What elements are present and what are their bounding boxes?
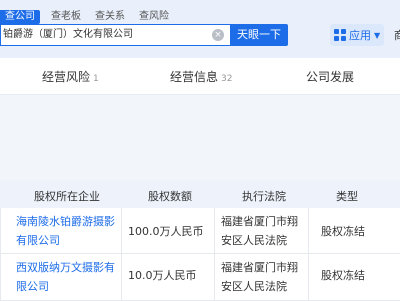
nav-label: 经营风险	[42, 70, 91, 84]
court-line: 安区人民法院	[221, 234, 287, 247]
apps-label: 应用	[349, 29, 371, 42]
divider	[214, 208, 215, 300]
apps-grid-icon	[334, 29, 346, 41]
header-type: 类型	[336, 190, 358, 203]
clear-icon[interactable]: ×	[212, 29, 224, 41]
nav-label: 公司发展	[306, 70, 355, 84]
nav-count: 1	[93, 74, 99, 84]
company-name-line[interactable]: 海南陵水铂爵游摄影	[16, 212, 115, 231]
divider	[0, 208, 1, 300]
tab-boss[interactable]: 查老板	[46, 10, 86, 24]
header-court: 执行法院	[242, 190, 286, 203]
company-name-line[interactable]: 有限公司	[16, 231, 115, 250]
nav-count: 32	[221, 74, 233, 84]
caret-down-icon: ▼	[374, 30, 381, 40]
court-cell: 福建省厦门市翔 安区人民法院	[221, 212, 298, 250]
divider	[308, 208, 309, 300]
type-cell: 股权冻结	[321, 225, 365, 238]
court-line: 福建省厦门市翔	[221, 215, 298, 228]
tab-risk[interactable]: 查风险	[134, 10, 174, 24]
company-link[interactable]: 海南陵水铂爵游摄影 有限公司	[16, 212, 115, 250]
header-company: 股权所在企业	[34, 190, 100, 203]
divider	[121, 208, 122, 300]
court-cell: 福建省厦门市翔 安区人民法院	[221, 258, 298, 296]
type-cell: 股权冻结	[321, 269, 365, 282]
apps-button[interactable]: 应用 ▼	[330, 24, 384, 46]
nav-label: 经营信息	[170, 70, 219, 84]
tab-relation[interactable]: 查关系	[90, 10, 130, 24]
nav-business-risk[interactable]: 经营风险 1	[42, 68, 99, 85]
company-name-line[interactable]: 限公司	[16, 277, 115, 296]
court-line: 安区人民法院	[221, 280, 287, 293]
nav-company-development[interactable]: 公司发展	[306, 68, 354, 85]
truncated-menu-text[interactable]: 商	[394, 27, 400, 43]
search-button[interactable]: 天眼一下	[230, 24, 288, 46]
search-tabs: 查公司 查老板 查关系 查风险	[0, 10, 174, 24]
company-name-line[interactable]: 西双版纳万文摄影有	[16, 258, 115, 277]
court-line: 福建省厦门市翔	[221, 261, 298, 274]
company-link[interactable]: 西双版纳万文摄影有 限公司	[16, 258, 115, 296]
tab-company[interactable]: 查公司	[0, 10, 40, 24]
header-amount: 股权数额	[148, 190, 192, 203]
amount-cell: 100.0万人民币	[128, 225, 204, 238]
amount-cell: 10.0万人民币	[128, 269, 197, 282]
search-input[interactable]: 铂爵游（厦门）文化有限公司	[0, 24, 230, 46]
nav-business-info[interactable]: 经营信息 32	[170, 68, 232, 85]
content-gap	[0, 95, 400, 180]
